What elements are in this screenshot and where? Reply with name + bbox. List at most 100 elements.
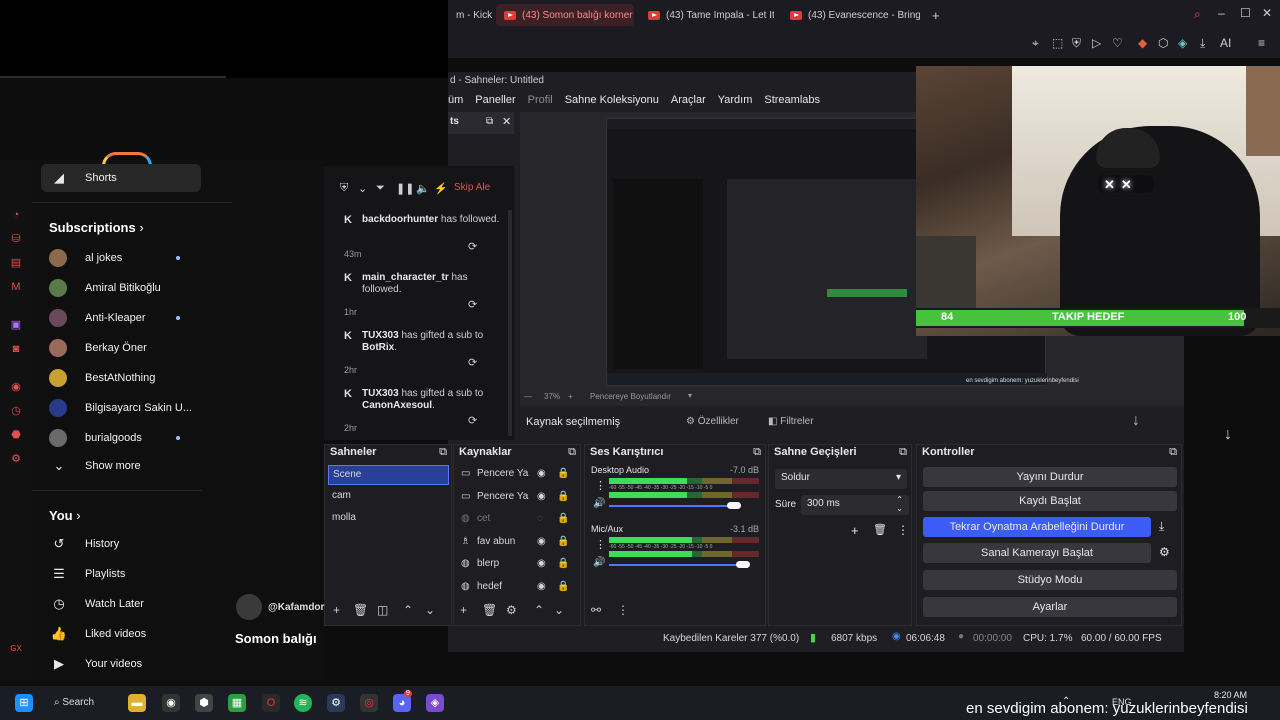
show-more-button[interactable]: ⌄ Show more: [32, 452, 232, 480]
tab-tame-impala[interactable]: (43) Tame Impala - Let It: [640, 4, 774, 26]
lock-icon[interactable]: 🔒: [557, 558, 569, 569]
search-icon[interactable]: ⌕: [1194, 7, 1201, 22]
gear-icon[interactable]: ⚙: [1159, 545, 1170, 559]
eye-slash-icon[interactable]: ◌: [537, 513, 543, 524]
fit-to-window[interactable]: Pencereye Boyutlandır: [590, 392, 671, 401]
rail-icon-6[interactable]: ◉: [9, 380, 23, 394]
file-explorer-icon[interactable]: ▬: [128, 694, 146, 712]
maximize-icon[interactable]: ☐: [1240, 6, 1251, 20]
steam-icon[interactable]: ⚙: [327, 694, 345, 712]
arrow-down-icon[interactable]: ↓: [1132, 412, 1140, 430]
lock-icon[interactable]: 🔒: [557, 491, 569, 502]
lock-icon[interactable]: 🔒: [557, 581, 569, 592]
speaker-icon[interactable]: 🔊: [593, 498, 605, 509]
zoom-in-icon[interactable]: +: [568, 392, 573, 401]
app-icon-purple[interactable]: ◈: [426, 694, 444, 712]
minecraft-icon[interactable]: ▦: [228, 694, 246, 712]
more-icon[interactable]: ⋮: [595, 538, 606, 551]
transition-select[interactable]: Soldur ▾: [775, 469, 907, 489]
float-icon[interactable]: ⧉: [753, 446, 761, 459]
gear-icon[interactable]: ⚙: [9, 452, 23, 466]
add-icon[interactable]: +: [333, 603, 340, 617]
chevron-down-icon[interactable]: ⌄: [554, 603, 564, 617]
source-item[interactable]: ▭ Pencere Ya ◉ 🔒: [457, 488, 579, 508]
replay-icon[interactable]: ⟳: [468, 414, 477, 427]
scene-item[interactable]: cam: [328, 487, 355, 507]
menu-icon[interactable]: ≡: [1258, 36, 1265, 50]
tab-evanescence[interactable]: (43) Evanescence - Bring: [782, 4, 920, 26]
lock-icon[interactable]: 🔒: [557, 468, 569, 479]
minimize-icon[interactable]: –: [1218, 6, 1225, 20]
link-icon[interactable]: ⚯: [591, 603, 601, 617]
extension-icon[interactable]: ◆: [1138, 36, 1147, 50]
twitch-icon[interactable]: ▣: [9, 318, 23, 332]
float-icon[interactable]: ⧉: [568, 446, 576, 459]
opera-gx-icon[interactable]: ◎: [360, 694, 378, 712]
start-recording-button[interactable]: Kaydı Başlat: [923, 491, 1177, 511]
you-item[interactable]: ◷ Watch Later: [32, 590, 232, 618]
menu-item-help[interactable]: Yardım: [718, 94, 753, 110]
close-icon[interactable]: ✕: [1262, 6, 1272, 20]
close-icon[interactable]: ✕: [502, 115, 511, 128]
eye-icon[interactable]: ◉: [537, 536, 546, 547]
skip-alert-button[interactable]: Skip Ale: [454, 182, 490, 193]
you-header[interactable]: You ›: [49, 508, 81, 523]
source-item[interactable]: ◍ cet ◌ 🔒: [457, 510, 579, 530]
properties-button[interactable]: ⚙ Özellikler: [686, 412, 748, 432]
source-item[interactable]: ◍ hedef ◉ 🔒: [457, 578, 579, 598]
chevron-down-icon[interactable]: ⌄: [358, 182, 367, 195]
pause-icon[interactable]: ❚❚: [396, 182, 414, 195]
rail-icon-2[interactable]: ⛁: [9, 232, 23, 246]
eye-icon[interactable]: ◉: [537, 558, 546, 569]
subscription-item[interactable]: BestAtNothing: [32, 364, 232, 392]
spotify-icon[interactable]: ≋: [294, 694, 312, 712]
sidebar-item-shorts[interactable]: ◢ Shorts: [41, 164, 201, 192]
more-icon[interactable]: ⋮: [595, 479, 606, 492]
you-item[interactable]: ☰ Playlists: [32, 560, 232, 588]
rail-icon-3[interactable]: ▤: [9, 256, 23, 270]
menu-item-tools[interactable]: Araçlar: [671, 94, 706, 110]
menu-item-profile[interactable]: Profil: [528, 94, 553, 110]
rail-icon-7[interactable]: ◷: [9, 404, 23, 418]
lightning-icon[interactable]: ⚡: [434, 182, 448, 195]
trash-icon[interactable]: 🗑: [353, 603, 368, 617]
you-item[interactable]: ▶ Your videos: [32, 650, 232, 678]
float-icon[interactable]: ⧉: [439, 446, 447, 459]
app-icon[interactable]: ⬢: [195, 694, 213, 712]
add-icon[interactable]: +: [851, 523, 859, 538]
volume-icon[interactable]: 🔈: [416, 182, 430, 195]
comment-user[interactable]: @Kafamdor: [268, 602, 324, 613]
shield-icon[interactable]: ⛨: [1072, 36, 1081, 51]
subscription-item[interactable]: Anti-Kleaper: [32, 304, 232, 332]
windows-start-icon[interactable]: ⊞: [15, 694, 33, 712]
chevron-up-icon[interactable]: ⌃: [403, 603, 413, 617]
duration-input[interactable]: 300 ms ⌃ ⌄: [801, 495, 909, 515]
scene-item[interactable]: Scene: [328, 465, 449, 485]
rail-icon-5[interactable]: ◙: [9, 342, 23, 356]
subscription-item[interactable]: Bilgisayarcı Sakin U...: [32, 394, 232, 422]
zoom-level[interactable]: 37%: [544, 392, 560, 401]
source-item[interactable]: ▭ Pencere Ya ◉ 🔒: [457, 465, 579, 485]
rail-icon-gx[interactable]: GX: [9, 642, 23, 656]
screenshot-icon[interactable]: ⬚: [1052, 36, 1063, 50]
trash-icon[interactable]: 🗑: [482, 603, 497, 617]
you-item[interactable]: 👍 Liked videos: [32, 620, 232, 648]
float-icon[interactable]: ⧉: [899, 446, 907, 459]
heart-icon[interactable]: ♡: [1112, 36, 1123, 50]
filters-button[interactable]: ◧ Filtreler: [768, 412, 828, 432]
menu-item-docks[interactable]: Paneller: [475, 94, 515, 110]
save-replay-icon[interactable]: ⤓: [1159, 519, 1164, 534]
volume-knob[interactable]: [727, 502, 741, 509]
puzzle-icon[interactable]: ⬡: [1158, 36, 1168, 50]
eye-icon[interactable]: ◉: [537, 581, 546, 592]
filter-icon[interactable]: ◫: [377, 603, 388, 617]
eye-icon[interactable]: ◉: [537, 491, 546, 502]
float-icon[interactable]: ⧉: [486, 116, 493, 127]
you-item[interactable]: ↺ History: [32, 530, 232, 558]
scroll-down-icon[interactable]: ↓: [1224, 426, 1254, 450]
replay-icon[interactable]: ⟳: [468, 356, 477, 369]
avatar[interactable]: [236, 594, 262, 620]
clock[interactable]: 8:20 AM: [1214, 690, 1247, 700]
subscription-item[interactable]: al jokes: [32, 244, 232, 272]
stop-replay-buffer-button[interactable]: Tekrar Oynatma Arabelleğini Durdur: [923, 517, 1151, 537]
